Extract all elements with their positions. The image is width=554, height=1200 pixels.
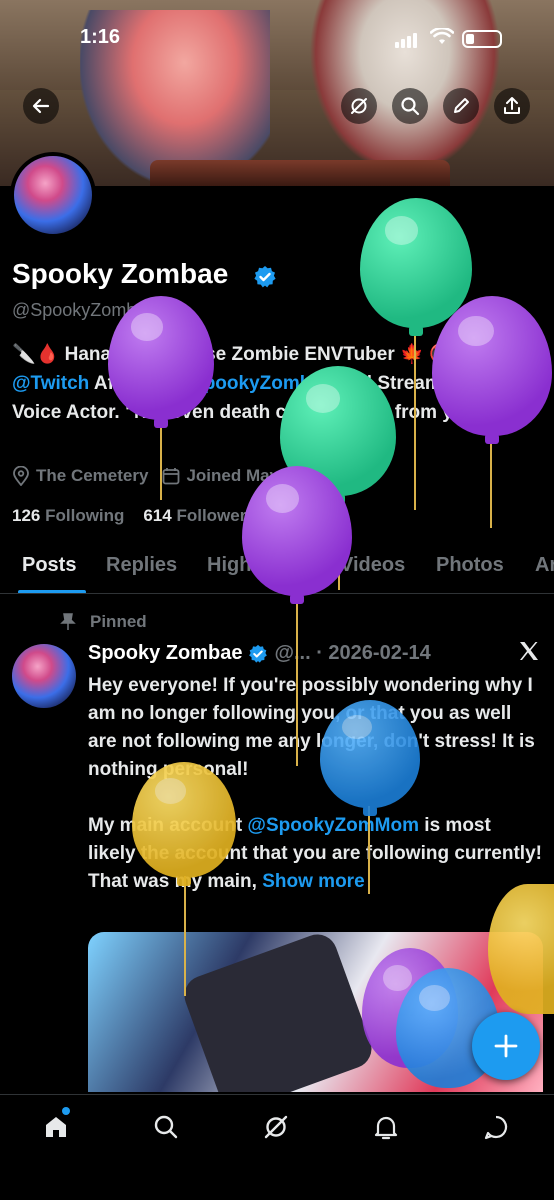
verified-badge-icon xyxy=(249,644,268,663)
following-count: 126 xyxy=(12,506,41,525)
bell-icon xyxy=(374,1116,398,1140)
post-avatar[interactable] xyxy=(12,644,76,708)
followers-link[interactable]: 614 Followers xyxy=(143,506,255,525)
balloon-string xyxy=(368,806,370,894)
tab-posts[interactable]: Posts xyxy=(22,554,76,577)
grok-icon xyxy=(351,98,367,114)
tab-videos[interactable]: Videos xyxy=(340,554,405,577)
pin-icon xyxy=(60,613,76,630)
balloon-purple xyxy=(432,296,552,444)
following-label: Following xyxy=(45,506,125,525)
edit-icon xyxy=(454,98,469,113)
active-tab-indicator xyxy=(18,590,86,593)
balloon-purple xyxy=(242,466,352,604)
plus-icon xyxy=(494,1034,518,1058)
nav-home[interactable] xyxy=(38,1109,74,1145)
tab-photos[interactable]: Photos xyxy=(436,554,504,577)
grok-icon xyxy=(264,1115,288,1139)
profile-avatar[interactable] xyxy=(10,152,96,238)
wifi-icon xyxy=(430,28,454,44)
notification-dot xyxy=(62,1107,70,1115)
post-author[interactable]: Spooky Zombae xyxy=(88,642,242,665)
banner-table xyxy=(150,160,450,186)
balloon-string xyxy=(160,420,162,500)
messages-icon xyxy=(484,1115,508,1140)
knife-emoji-icon: 🔪🩸 xyxy=(12,344,60,365)
show-more-link[interactable]: Show more xyxy=(262,871,364,892)
compose-button[interactable] xyxy=(472,1012,540,1080)
search-button[interactable] xyxy=(392,88,428,124)
nav-messages[interactable] xyxy=(478,1109,514,1145)
x-logo-icon xyxy=(520,642,538,660)
balloon-string xyxy=(490,440,492,528)
balloon-purple xyxy=(108,296,214,428)
balloon-blue xyxy=(320,700,420,816)
pinned-text: Pinned xyxy=(90,612,147,631)
post-mention-link[interactable]: @SpookyZomMom xyxy=(247,815,419,836)
nav-search[interactable] xyxy=(148,1109,184,1145)
tab-replies[interactable]: Replies xyxy=(106,554,177,577)
pinned-label: Pinned xyxy=(60,612,147,632)
signal-icon xyxy=(395,30,419,48)
balloon-yellow xyxy=(132,762,236,886)
share-button[interactable] xyxy=(494,88,530,124)
back-button[interactable] xyxy=(23,88,59,124)
follow-stats: 126 Following 614 Followers xyxy=(12,506,256,526)
profile-name: Spooky Zombae xyxy=(12,258,229,289)
profile-location: The Cemetery xyxy=(12,466,148,486)
back-arrow-icon xyxy=(32,98,50,114)
grok-button[interactable] xyxy=(341,88,377,124)
share-icon xyxy=(504,97,520,114)
search-icon xyxy=(401,97,420,116)
calendar-icon xyxy=(163,468,180,485)
battery-icon xyxy=(462,30,502,48)
post-paragraph-1: Hey everyone! If you're possibly wonderi… xyxy=(88,675,535,780)
nav-notifications[interactable] xyxy=(368,1109,404,1145)
verified-badge-icon[interactable] xyxy=(253,265,277,289)
post-header: Spooky Zombae @... · 2026-02-14 xyxy=(88,642,431,665)
following-link[interactable]: 126 Following xyxy=(12,506,124,525)
balloon-string xyxy=(184,876,186,996)
search-icon xyxy=(154,1115,178,1139)
status-bar: 1:16 xyxy=(0,24,554,54)
location-pin-icon xyxy=(13,466,29,486)
nav-grok[interactable] xyxy=(258,1109,294,1145)
balloon-string xyxy=(296,596,298,766)
balloon-string xyxy=(414,330,416,510)
bio-twitch-link[interactable]: @Twitch xyxy=(12,373,89,394)
location-text: The Cemetery xyxy=(36,466,149,485)
followers-count: 614 xyxy=(143,506,172,525)
home-icon xyxy=(46,1117,66,1137)
post-image-figure xyxy=(178,932,378,1092)
bottom-navigation xyxy=(0,1094,554,1200)
balloon-green xyxy=(360,198,472,336)
edit-button[interactable] xyxy=(443,88,479,124)
tab-articles[interactable]: Ar xyxy=(535,554,554,577)
status-time: 1:16 xyxy=(80,26,121,48)
